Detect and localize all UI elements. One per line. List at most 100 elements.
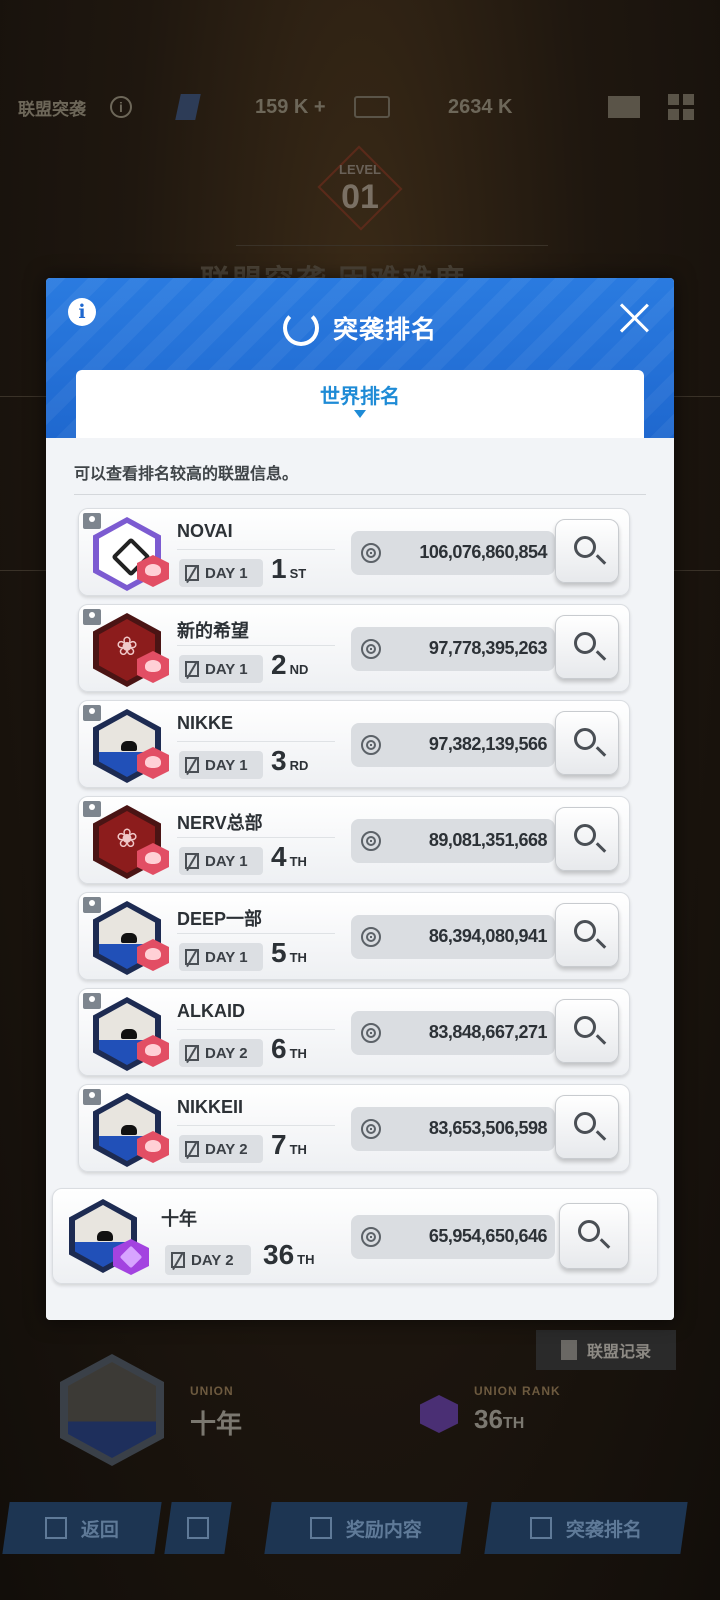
view-details-button[interactable] [555, 999, 619, 1063]
target-icon [361, 1023, 381, 1043]
divider [177, 645, 335, 646]
target-icon [361, 1119, 381, 1139]
ranking-row[interactable]: ALKAID DAY 2 6 TH 83,848,667,271 [78, 988, 630, 1076]
rank-number: 6 TH [271, 1033, 307, 1064]
clear-day-pill: DAY 1 [179, 847, 263, 875]
search-icon [574, 824, 596, 846]
day-icon [185, 757, 199, 773]
level-number: 01 [341, 178, 379, 216]
raid-ranking-modal: i 突袭排名 世界排名 可以查看排名较高的联盟信息。 NOVAI DAY 1 1… [46, 278, 674, 1320]
view-details-button[interactable] [559, 1203, 629, 1269]
member-tag-icon [83, 897, 101, 913]
union-name: NIKKEII [177, 1097, 244, 1117]
clear-day-pill: DAY 1 [179, 943, 263, 971]
member-tag-icon [83, 993, 101, 1009]
clear-day-label: DAY 2 [205, 1044, 248, 1062]
rank-number: 4 TH [271, 841, 307, 872]
member-tag-icon [83, 513, 101, 529]
tab-world-ranking[interactable]: 世界排名 [76, 370, 644, 440]
info-icon[interactable]: i [110, 96, 132, 118]
day-icon [185, 661, 199, 677]
score-box: 83,653,506,598 [351, 1107, 555, 1151]
view-details-button[interactable] [555, 519, 619, 583]
day-icon [171, 1252, 185, 1268]
divider [236, 245, 548, 246]
day-icon [185, 853, 199, 869]
mail-icon[interactable] [608, 96, 640, 118]
day-icon [185, 565, 199, 581]
damage-score: 106,076,860,854 [419, 542, 547, 562]
ranking-row[interactable]: DEEP一部 DAY 1 5 TH 86,394,080,941 [78, 892, 630, 980]
rank-suffix: ND [289, 662, 309, 677]
view-details-button[interactable] [555, 615, 619, 679]
crystal-icon [175, 94, 201, 120]
view-details-button[interactable] [555, 903, 619, 967]
union-name: NIKKE [177, 713, 234, 733]
union-label: UNION [190, 1384, 234, 1398]
modal-title-bar: 突袭排名 [46, 308, 674, 348]
exit-icon [44, 1517, 67, 1539]
resource-1-value: 159 K + [255, 95, 326, 118]
damage-score: 97,382,139,566 [428, 734, 548, 754]
chest-icon [309, 1517, 332, 1539]
rank-gem-icon [420, 1395, 458, 1433]
union-records-button[interactable]: 联盟记录 [536, 1330, 676, 1370]
damage-score: 83,848,667,271 [428, 1022, 548, 1042]
member-tag-icon [83, 1089, 101, 1105]
my-union-row[interactable]: 十年 DAY 2 36 TH 65,954,650,646 [52, 1188, 658, 1284]
rank-suffix: TH [289, 1142, 307, 1157]
raid-ranking-button[interactable]: 突袭排名 [484, 1502, 688, 1554]
target-icon [361, 543, 381, 563]
member-tag-icon [83, 705, 101, 721]
view-details-button[interactable] [555, 1095, 619, 1159]
menu-grid-icon[interactable] [668, 94, 694, 120]
clear-day-label: DAY 2 [191, 1251, 234, 1269]
view-details-button[interactable] [555, 711, 619, 775]
divider [177, 549, 335, 550]
description-text: 可以查看排名较高的联盟信息。 [74, 466, 299, 483]
clear-day-label: DAY 1 [205, 948, 248, 966]
ranking-row[interactable]: NIKKEII DAY 2 7 TH 83,653,506,598 [78, 1084, 630, 1172]
clear-day-pill: DAY 1 [179, 655, 263, 683]
union-name: ALKAID [177, 1001, 245, 1021]
score-box: 89,081,351,668 [351, 819, 555, 863]
search-icon [578, 1220, 600, 1242]
search-icon [574, 728, 596, 750]
day-icon [185, 949, 199, 965]
ranking-row[interactable]: NERV总部 DAY 1 4TH 89,081,351,668 [78, 796, 630, 884]
ranking-row[interactable]: NIKKE DAY 1 3 RD 97,382,139,566 [78, 700, 630, 788]
back-label: 返回 [80, 1519, 119, 1541]
home-icon [187, 1517, 209, 1539]
back-button[interactable]: 返回 [2, 1502, 162, 1554]
divider [177, 1029, 335, 1030]
rewards-button[interactable]: 奖励内容 [264, 1502, 468, 1554]
union-rank-label: UNION RANK [474, 1384, 561, 1398]
search-icon [574, 632, 596, 654]
rank-suffix: TH [289, 1046, 307, 1061]
score-box: 83,848,667,271 [351, 1011, 555, 1055]
union-rank-value: 36TH [474, 1404, 525, 1434]
day-icon [185, 1045, 199, 1061]
damage-score: 89,081,351,668 [428, 830, 548, 850]
rank-number: 1 ST [271, 553, 307, 584]
rank-suffix: ST [289, 566, 307, 581]
ranking-row[interactable]: 新的希望 DAY 1 2ND 97,778,395,263 [78, 604, 630, 692]
search-icon [574, 536, 596, 558]
clear-day-pill: DAY 1 [179, 751, 263, 779]
level-label: LEVEL [339, 162, 381, 177]
view-details-button[interactable] [555, 807, 619, 871]
resource-2-value: 2634 K [448, 95, 513, 118]
tab-label: 世界排名 [320, 386, 400, 408]
home-button[interactable] [164, 1502, 232, 1554]
score-box: 86,394,080,941 [351, 915, 555, 959]
clear-day-label: DAY 1 [205, 564, 248, 582]
laurel-icon [282, 310, 319, 346]
modal-header: i 突袭排名 世界排名 [46, 278, 674, 440]
clear-day-pill: DAY 2 [179, 1039, 263, 1067]
ranking-row[interactable]: NOVAI DAY 1 1 ST 106,076,860,854 [78, 508, 630, 596]
target-icon [361, 735, 381, 755]
rank-number: 2 ND [271, 649, 309, 680]
rank-number: 36 TH [263, 1239, 315, 1270]
target-icon [361, 831, 381, 851]
member-tag-icon [83, 609, 101, 625]
